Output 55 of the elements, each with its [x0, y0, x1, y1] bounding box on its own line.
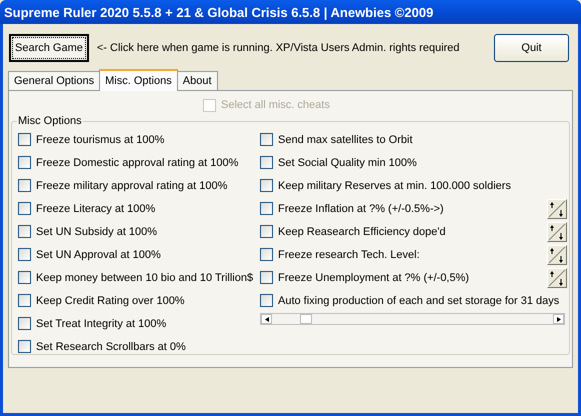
checkbox-label: Freeze Unemployment at ?% (+/-0,5%) [278, 272, 470, 284]
group-title: Misc Options [17, 115, 83, 127]
checkbox-label: Keep money between 10 bio and 10 Trillion$ [36, 272, 254, 284]
checkbox[interactable] [18, 202, 31, 215]
checkbox-label: Freeze Inflation at ?% (+/-0.5%->) [278, 202, 444, 214]
checkbox-label: Keep Credit Rating over 100% [36, 294, 185, 306]
spin-button[interactable] [547, 244, 567, 264]
search-game-button[interactable]: Search Game [9, 34, 89, 62]
quit-button[interactable]: Quit [494, 34, 569, 62]
checkbox-label: Set UN Approval at 100% [36, 248, 161, 260]
checkbox-label: Set Research Scrollbars at 0% [36, 340, 186, 352]
checkbox[interactable] [260, 248, 273, 261]
checkbox-label: Set Treat Integrity at 100% [36, 318, 166, 330]
scroll-left-button[interactable] [261, 314, 272, 324]
scroll-right-button[interactable] [553, 314, 564, 324]
scrollbar-thumb[interactable] [300, 314, 312, 324]
checkbox[interactable] [18, 317, 31, 330]
checkbox[interactable] [18, 156, 31, 169]
tab[interactable]: Misc. Options [99, 69, 178, 91]
spin-button[interactable] [547, 222, 567, 242]
right-arrow-icon [556, 316, 560, 322]
checkbox[interactable] [260, 294, 273, 307]
checkbox[interactable] [18, 271, 31, 284]
checkbox-label: Keep Reasearch Efficiency dope'd [278, 226, 446, 238]
spin-button[interactable] [547, 198, 567, 218]
checkbox-label: Select all misc. cheats [221, 99, 330, 111]
checkbox[interactable] [18, 133, 31, 146]
hint-text: <- Click here when game is running. XP/Vista Users Admin. rights required [96, 42, 460, 54]
checkbox-label: Freeze research Tech. Level: [278, 248, 420, 260]
checkbox[interactable] [18, 340, 31, 353]
checkbox-label: Auto fixing production of each and set storage for 31 days [278, 294, 560, 306]
spin-button[interactable] [547, 268, 567, 288]
checkbox[interactable] [260, 133, 273, 146]
checkbox[interactable] [260, 202, 273, 215]
checkbox[interactable] [18, 225, 31, 238]
checkbox-label: Send max satellites to Orbit [278, 134, 413, 146]
tab[interactable]: About [176, 71, 218, 90]
window-title: Supreme Ruler 2020 5.5.8 + 21 & Global Crisis 6.5.8 | Anewbies ©2009 [0, 0, 581, 24]
checkbox-label: Freeze military approval rating at 100% [36, 180, 228, 192]
checkbox[interactable] [260, 225, 273, 238]
horizontal-scrollbar[interactable] [260, 313, 565, 325]
tab[interactable]: General Options [8, 71, 100, 90]
checkbox-label: Set UN Subsidy at 100% [36, 226, 158, 238]
checkbox-label: Set Social Quality min 100% [278, 156, 417, 168]
checkbox[interactable] [260, 271, 273, 284]
checkbox-label: Freeze Domestic approval rating at 100% [36, 156, 238, 168]
left-arrow-icon [264, 316, 268, 322]
checkbox[interactable] [260, 156, 273, 169]
checkbox[interactable] [260, 179, 273, 192]
checkbox-label: Keep military Reserves at min. 100.000 soldiers [278, 180, 511, 192]
checkbox[interactable] [18, 294, 31, 307]
checkbox-label: Freeze Literacy at 100% [36, 202, 156, 214]
checkbox[interactable] [18, 179, 31, 192]
checkbox-label: Freeze tourismus at 100% [36, 134, 164, 146]
checkbox[interactable] [18, 248, 31, 261]
